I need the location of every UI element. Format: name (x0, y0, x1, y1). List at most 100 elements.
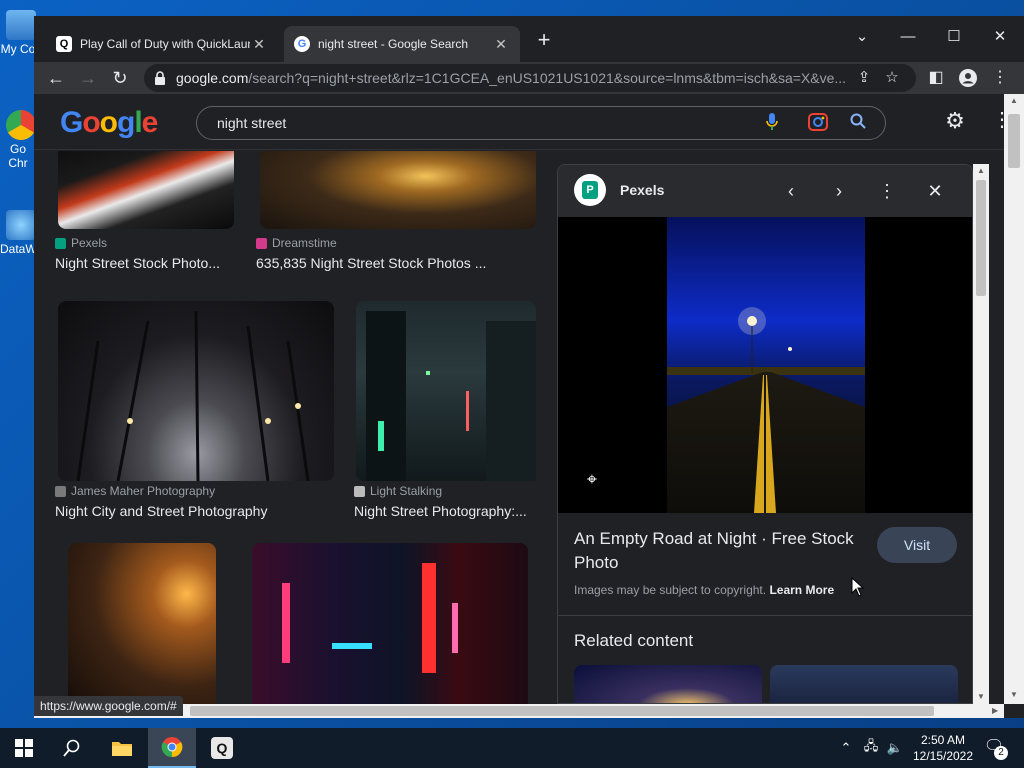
computer-icon (6, 10, 36, 40)
volume-icon[interactable]: 🔈 (884, 728, 906, 768)
panel-header: P Pexels ‹ › ⋮ ✕ (558, 165, 972, 217)
light-stalking-icon (354, 485, 365, 497)
address-bar[interactable]: google.com/search?q=night+street&rlz=1C1… (144, 64, 916, 92)
panel-divider (558, 615, 972, 616)
bookmark-star-icon[interactable]: ☆ (878, 66, 906, 90)
result-thumbnail[interactable] (252, 543, 528, 704)
neon-street-graphic (282, 563, 458, 673)
close-window-button[interactable]: ✕ (978, 22, 1022, 52)
result-title[interactable]: 635,835 Night Street Stock Photos ... (256, 255, 536, 271)
search-box[interactable]: night street (196, 106, 886, 140)
scroll-down-arrow-icon[interactable]: ▼ (977, 692, 985, 701)
start-button[interactable] (0, 728, 48, 768)
chevron-down-icon: ⌄ (855, 28, 869, 45)
close-icon: ✕ (927, 181, 943, 201)
taskbar: Q ⌃ 🖧 🔈 2:50 AM 12/15/2022 🗨 2 (0, 728, 1024, 768)
result-source[interactable]: Light Stalking (354, 484, 442, 498)
taskbar-search-button[interactable] (48, 728, 96, 768)
next-image-button[interactable]: › (826, 178, 852, 204)
desktop-icon-google-chrome[interactable]: Go Chr (0, 110, 36, 170)
google-lens-icon[interactable] (807, 113, 829, 135)
pexels-icon (55, 237, 66, 249)
close-panel-button[interactable]: ✕ (922, 178, 948, 204)
visit-button[interactable]: Visit (877, 527, 957, 563)
panel-scrollbar[interactable]: ▲ ▼ (973, 164, 989, 704)
new-tab-button[interactable]: + (534, 29, 554, 51)
result-title[interactable]: Night City and Street Photography (55, 503, 335, 519)
result-thumbnail[interactable] (68, 543, 216, 704)
show-hidden-icons-button[interactable]: ⌃ (836, 728, 856, 768)
desktop-icon-datawrangler[interactable]: DataW (0, 210, 37, 256)
clock-time: 2:50 AM (920, 733, 966, 747)
scroll-right-arrow-icon[interactable]: ▶ (992, 706, 998, 715)
chrome-icon (161, 737, 183, 758)
microphone-icon[interactable] (761, 113, 783, 135)
related-thumbnail[interactable] (574, 665, 762, 703)
desktop-icon-my-computer[interactable]: My Co (0, 10, 36, 56)
taskbar-quicklaunch[interactable]: Q (198, 728, 246, 768)
tab-title: Play Call of Duty with QuickLaunc (80, 37, 250, 51)
scroll-up-arrow-icon[interactable]: ▲ (1010, 96, 1018, 105)
learn-more-link[interactable]: Learn More (769, 583, 834, 597)
result-source[interactable]: Dreamstime (256, 236, 337, 250)
visual-search-lens-icon[interactable]: ⌖ (582, 469, 602, 489)
forward-button[interactable]: → (76, 66, 100, 90)
result-title[interactable]: Night Street Stock Photo... (55, 255, 225, 271)
result-title[interactable]: Night Street Photography:... (354, 503, 534, 519)
search-results-page: Google night street ⚙ ⋮ Pexels Night Str… (34, 94, 1024, 704)
profile-avatar-icon[interactable] (956, 66, 980, 90)
desktop-icon-label: My Co (0, 42, 36, 56)
scroll-down-arrow-icon[interactable]: ▼ (1010, 690, 1018, 699)
preview-image[interactable]: ⌖ (558, 217, 972, 513)
quicklaunch-icon: Q (56, 36, 72, 52)
maximize-button[interactable]: ☐ (932, 22, 976, 52)
previous-image-button[interactable]: ‹ (778, 178, 804, 204)
close-tab-icon[interactable]: ✕ (492, 36, 510, 53)
page-scrollbar-thumb[interactable] (1008, 114, 1020, 168)
panel-scrollbar-thumb[interactable] (976, 180, 986, 296)
pexels-logo[interactable]: P (574, 174, 606, 206)
google-icon: G (294, 36, 310, 52)
page-vertical-scrollbar[interactable]: ▲ ▼ (1004, 94, 1024, 704)
more-options-button[interactable]: ⋮ (874, 178, 900, 204)
dreamstime-icon (256, 237, 267, 249)
tab-google-search[interactable]: G night street - Google Search ✕ (284, 26, 520, 62)
action-center-button[interactable]: 🗨 2 (982, 736, 1008, 760)
chevron-right-icon: › (836, 181, 842, 201)
taskbar-file-explorer[interactable] (98, 728, 146, 768)
photographer-icon (55, 485, 66, 497)
reload-button[interactable]: ↻ (108, 66, 132, 90)
tab-strip: Q Play Call of Duty with QuickLaunc ✕ G … (34, 16, 1024, 62)
related-thumbnail[interactable] (770, 665, 958, 703)
result-thumbnail[interactable] (260, 151, 536, 229)
related-content-heading: Related content (574, 631, 694, 650)
result-source[interactable]: Pexels (55, 236, 107, 250)
result-thumbnail[interactable] (356, 301, 536, 481)
panel-source-name[interactable]: Pexels (620, 182, 664, 198)
clock-date: 12/15/2022 (912, 749, 974, 763)
result-thumbnail[interactable] (58, 301, 334, 482)
back-button[interactable]: ← (44, 66, 68, 90)
address-url: google.com/search?q=night+street&rlz=1C1… (176, 70, 847, 86)
taskbar-clock[interactable]: 2:50 AM 12/15/2022 (908, 732, 978, 764)
browser-menu-icon[interactable]: ⋮ (988, 66, 1012, 90)
result-source[interactable]: James Maher Photography (55, 484, 215, 498)
close-tab-icon[interactable]: ✕ (250, 36, 268, 53)
tab-search-button[interactable]: ⌄ (840, 22, 884, 52)
horizontal-scrollbar-thumb[interactable] (190, 706, 934, 716)
network-icon[interactable]: 🖧 (860, 728, 882, 768)
scroll-up-arrow-icon[interactable]: ▲ (977, 166, 985, 175)
google-logo[interactable]: Google (60, 106, 158, 140)
result-thumbnail[interactable] (58, 151, 234, 229)
taskbar-chrome[interactable] (148, 728, 196, 768)
share-icon[interactable]: ⇪ (850, 66, 878, 90)
minimize-button[interactable]: — (886, 22, 930, 52)
preview-title[interactable]: An Empty Road at Night · Free Stock Phot… (574, 527, 874, 575)
search-icon[interactable] (847, 113, 869, 135)
side-panel-icon[interactable]: ◧ (924, 66, 948, 90)
arrow-right-icon: → (79, 68, 97, 88)
more-vert-icon: ⋮ (878, 181, 896, 201)
tab-quicklaunch[interactable]: Q Play Call of Duty with QuickLaunc ✕ (46, 26, 278, 62)
search-input[interactable]: night street (217, 115, 286, 131)
settings-gear-icon[interactable]: ⚙ (942, 108, 968, 134)
